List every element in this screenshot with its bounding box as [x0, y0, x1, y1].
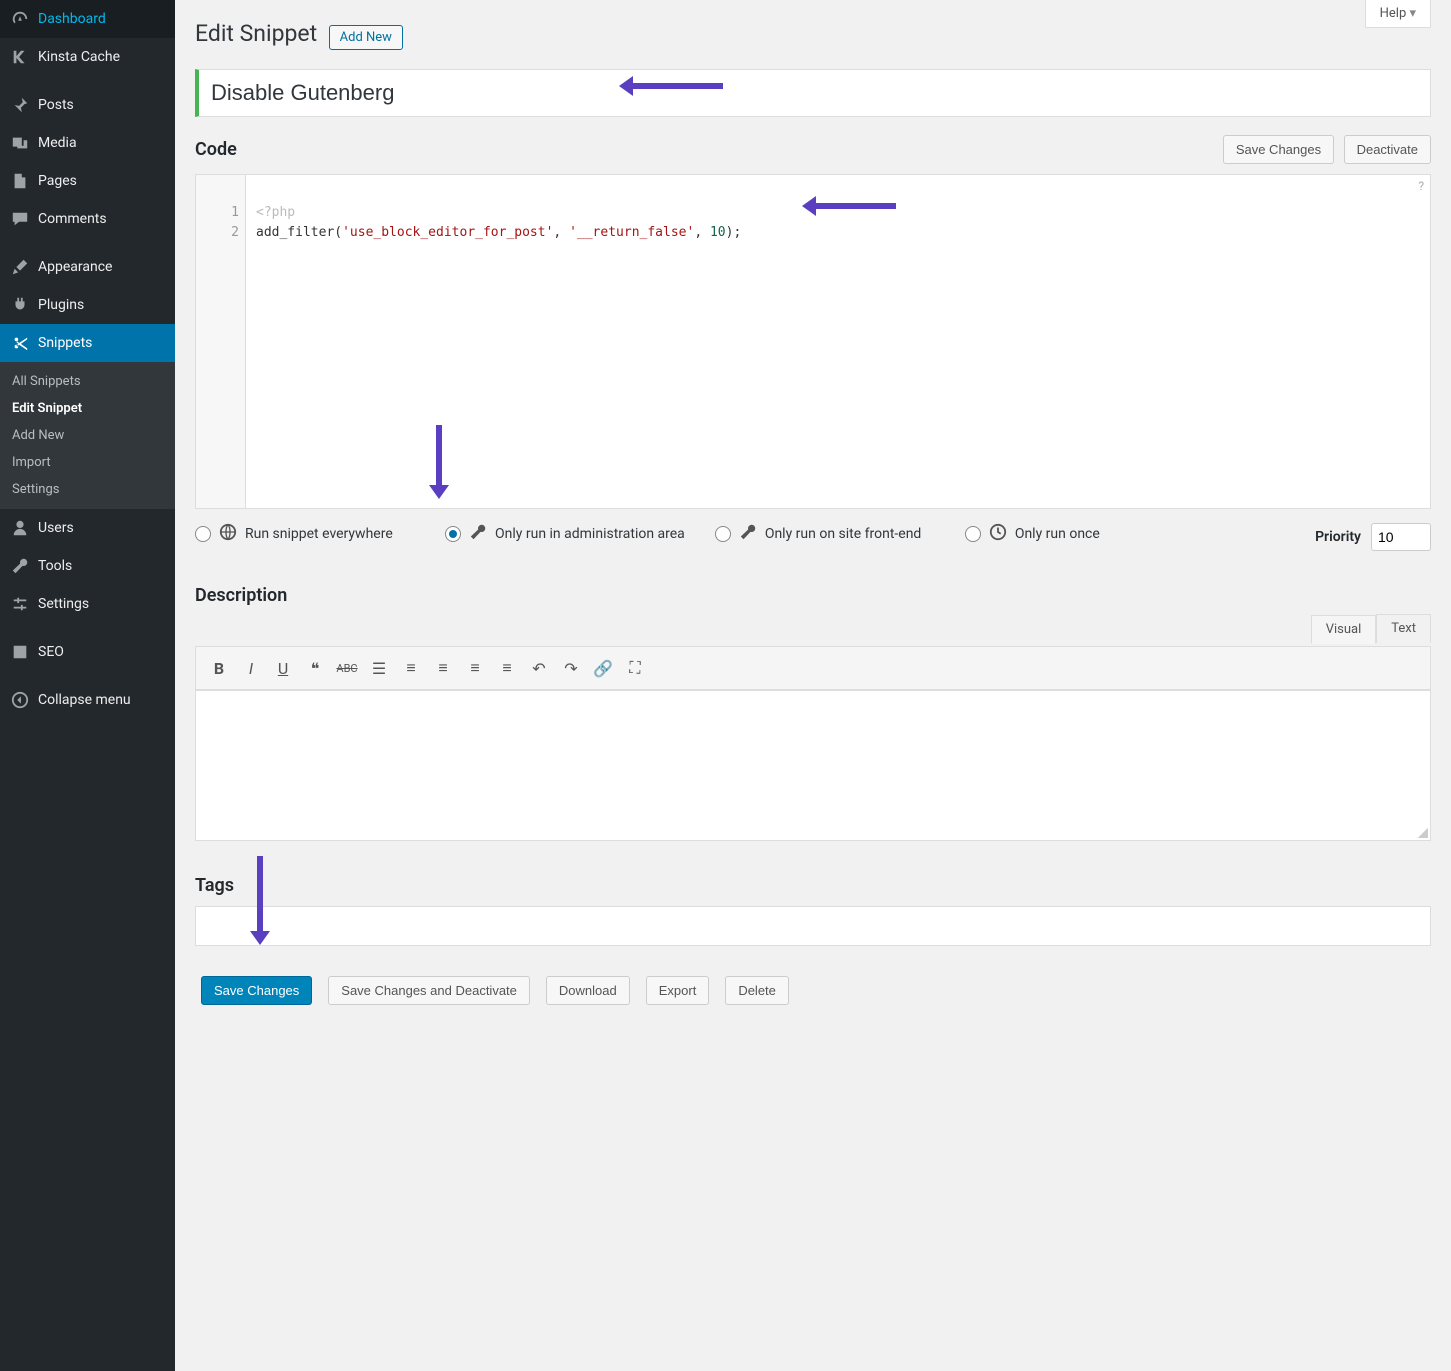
editor-tabs: Visual Text	[1311, 614, 1431, 643]
priority-label: Priority	[1315, 529, 1361, 545]
save-deactivate-button[interactable]: Save Changes and Deactivate	[328, 976, 530, 1005]
tab-text[interactable]: Text	[1376, 614, 1431, 643]
kinsta-icon	[10, 47, 30, 67]
sidebar-item-tools[interactable]: Tools	[0, 547, 175, 585]
deactivate-button[interactable]: Deactivate	[1344, 135, 1431, 164]
scope-options: Run snippet everywhere Only run in admini…	[195, 523, 1431, 551]
snippet-title-input[interactable]	[195, 69, 1431, 117]
clock-icon	[989, 523, 1007, 545]
description-textarea[interactable]	[196, 690, 1430, 840]
comment-icon	[10, 209, 30, 229]
radio-icon	[715, 526, 731, 542]
page-icon	[10, 171, 30, 191]
toolbar-quote-icon[interactable]: ❝	[300, 653, 330, 683]
save-changes-button-top[interactable]: Save Changes	[1223, 135, 1334, 164]
admin-sidebar: DashboardKinsta Cache PostsMediaPagesComm…	[0, 0, 175, 1371]
radio-icon	[445, 526, 461, 542]
wrench-icon	[739, 523, 757, 545]
sidebar-subitem-add-new[interactable]: Add New	[0, 422, 175, 449]
toolbar-strike-icon[interactable]: ABC	[332, 653, 362, 683]
scope-option-run-snippet-everywhere[interactable]: Run snippet everywhere	[195, 523, 415, 545]
radio-icon	[195, 526, 211, 542]
scissors-icon	[10, 333, 30, 353]
toolbar-ul-icon[interactable]: ☰	[364, 653, 394, 683]
plug-icon	[10, 295, 30, 315]
tags-heading: Tags	[195, 875, 1431, 896]
sidebar-subitem-import[interactable]: Import	[0, 449, 175, 476]
save-changes-button[interactable]: Save Changes	[201, 976, 312, 1005]
sidebar-item-kinsta-cache[interactable]: Kinsta Cache	[0, 38, 175, 76]
collapse-icon	[10, 690, 30, 710]
sidebar-item-pages[interactable]: Pages	[0, 162, 175, 200]
sliders-icon	[10, 594, 30, 614]
sidebar-item-media[interactable]: Media	[0, 124, 175, 162]
tab-visual[interactable]: Visual	[1311, 615, 1377, 644]
tags-input[interactable]	[195, 906, 1431, 946]
toolbar-redo-icon[interactable]: ↷	[556, 653, 586, 683]
toolbar-align-left-icon[interactable]: ≡	[428, 653, 458, 683]
delete-button[interactable]: Delete	[725, 976, 789, 1005]
toolbar-fullscreen-icon[interactable]: ⛶	[620, 653, 650, 683]
toolbar-italic-icon[interactable]: I	[236, 653, 266, 683]
pin-icon	[10, 95, 30, 115]
user-icon	[10, 518, 30, 538]
dashboard-icon	[10, 9, 30, 29]
main-content: Help Edit Snippet Add New Code Save Chan…	[175, 0, 1451, 1371]
scope-option-only-run-in-administration-area[interactable]: Only run in administration area	[445, 523, 685, 545]
sidebar-subitem-settings[interactable]: Settings	[0, 476, 175, 503]
description-heading: Description	[195, 585, 1431, 606]
export-button[interactable]: Export	[646, 976, 710, 1005]
toolbar-link-icon[interactable]: 🔗	[588, 653, 618, 683]
scope-option-only-run-once[interactable]: Only run once	[965, 523, 1185, 545]
description-editor: BIU❝ABC☰≡≡≡≡↶↷🔗⛶	[195, 646, 1431, 841]
code-gutter: 1 2	[196, 175, 246, 508]
sidebar-item-settings[interactable]: Settings	[0, 585, 175, 623]
page-title: Edit Snippet	[195, 20, 317, 47]
brush-icon	[10, 257, 30, 277]
sidebar-item-collapse-menu[interactable]: Collapse menu	[0, 681, 175, 719]
media-icon	[10, 133, 30, 153]
toolbar-underline-icon[interactable]: U	[268, 653, 298, 683]
scope-option-only-run-on-site-front-end[interactable]: Only run on site front-end	[715, 523, 935, 545]
code-area[interactable]: <?php add_filter('use_block_editor_for_p…	[246, 175, 1430, 508]
sidebar-item-users[interactable]: Users	[0, 509, 175, 547]
seo-icon	[10, 642, 30, 662]
wrench-icon	[469, 523, 487, 545]
radio-icon	[965, 526, 981, 542]
sidebar-item-plugins[interactable]: Plugins	[0, 286, 175, 324]
priority-input[interactable]	[1371, 523, 1431, 551]
sidebar-item-comments[interactable]: Comments	[0, 200, 175, 238]
sidebar-item-snippets[interactable]: Snippets	[0, 324, 175, 362]
sidebar-subitem-edit-snippet[interactable]: Edit Snippet	[0, 395, 175, 422]
sidebar-subitem-all-snippets[interactable]: All Snippets	[0, 368, 175, 395]
toolbar-undo-icon[interactable]: ↶	[524, 653, 554, 683]
sidebar-item-seo[interactable]: SEO	[0, 633, 175, 671]
help-tab[interactable]: Help	[1365, 0, 1431, 28]
sidebar-item-dashboard[interactable]: Dashboard	[0, 0, 175, 38]
footer-actions: Save Changes Save Changes and Deactivate…	[195, 976, 1431, 1005]
wrench-icon	[10, 556, 30, 576]
toolbar-align-center-icon[interactable]: ≡	[460, 653, 490, 683]
toolbar-align-right-icon[interactable]: ≡	[492, 653, 522, 683]
sidebar-item-appearance[interactable]: Appearance	[0, 248, 175, 286]
add-new-button[interactable]: Add New	[329, 25, 403, 50]
globe-icon	[219, 523, 237, 545]
code-heading: Code	[195, 139, 237, 160]
editor-toolbar: BIU❝ABC☰≡≡≡≡↶↷🔗⛶	[196, 647, 1430, 690]
toolbar-bold-icon[interactable]: B	[204, 653, 234, 683]
sidebar-item-posts[interactable]: Posts	[0, 86, 175, 124]
code-help-icon[interactable]: ?	[1418, 179, 1424, 193]
download-button[interactable]: Download	[546, 976, 630, 1005]
toolbar-ol-icon[interactable]: ≡	[396, 653, 426, 683]
code-editor[interactable]: ? 1 2 <?php add_filter('use_block_editor…	[195, 174, 1431, 509]
